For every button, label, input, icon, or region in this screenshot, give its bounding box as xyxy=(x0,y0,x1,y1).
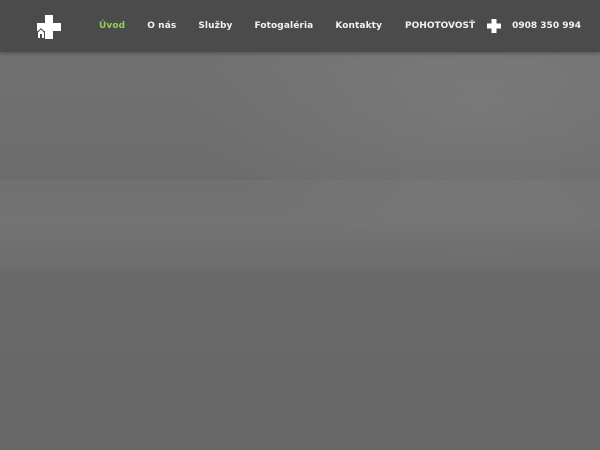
emergency-label: POHOTOVOSŤ xyxy=(405,21,476,31)
nav-link-o-nas[interactable]: O nás xyxy=(136,0,187,52)
hero-haze xyxy=(0,180,600,270)
house-medical-cross-icon xyxy=(37,15,61,39)
emergency-contact: POHOTOVOSŤ 0908 350 994 xyxy=(405,0,581,52)
main-nav: Úvod O nás Služby Fotogaléria Kontakty xyxy=(88,0,393,52)
site-logo[interactable] xyxy=(36,14,62,40)
top-navbar: Úvod O nás Služby Fotogaléria Kontakty P… xyxy=(0,0,600,52)
nav-link-uvod[interactable]: Úvod xyxy=(88,0,136,52)
medical-cross-icon xyxy=(487,19,502,33)
nav-link-kontakty[interactable]: Kontakty xyxy=(324,0,393,52)
emergency-phone-link[interactable]: 0908 350 994 xyxy=(512,21,581,31)
nav-link-sluzby[interactable]: Služby xyxy=(187,0,243,52)
hero-background xyxy=(0,0,600,450)
nav-link-fotogaleria[interactable]: Fotogaléria xyxy=(243,0,324,52)
